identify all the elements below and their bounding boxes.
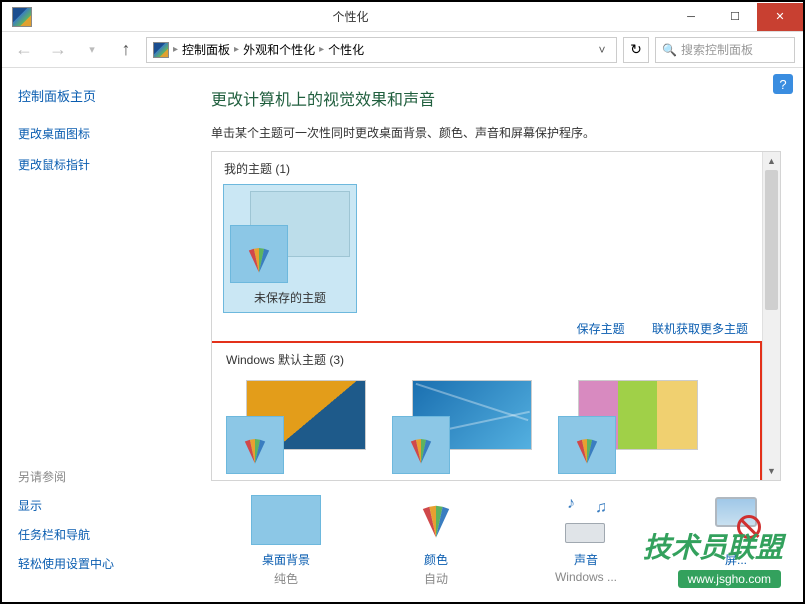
search-input[interactable]: 🔍 搜索控制面板: [655, 37, 795, 63]
titlebar: 个性化 ─ ☐ ✕: [2, 2, 803, 32]
see-also-display[interactable]: 显示: [18, 497, 114, 514]
sidebar-link-mouse-pointer[interactable]: 更改鼠标指针: [18, 156, 173, 173]
see-also-section: 另请参阅 显示 任务栏和导航 轻松使用设置中心: [18, 468, 114, 584]
color-fan-icon: [414, 498, 458, 542]
get-online-themes-link[interactable]: 联机获取更多主题: [652, 322, 748, 336]
page-heading: 更改计算机上的视觉效果和声音: [211, 86, 781, 110]
theme-color-preview: [392, 416, 450, 474]
up-button[interactable]: ↑: [112, 36, 140, 64]
scroll-thumb[interactable]: [765, 170, 778, 310]
refresh-button[interactable]: ↻: [623, 37, 649, 63]
desktop-bg-icon: [251, 495, 321, 545]
my-themes-row: 未保存的主题: [212, 183, 760, 314]
color-fan-icon: [570, 433, 604, 467]
app-icon: [12, 7, 32, 27]
sound-setting[interactable]: ♪♫ 声音 Windows ...: [551, 495, 621, 584]
chevron-icon[interactable]: ▸: [319, 44, 324, 55]
color-fan-icon: [404, 433, 438, 467]
setting-value: 纯色: [274, 570, 298, 587]
watermark-text: 技术员联盟: [643, 526, 783, 566]
theme-color-preview: [230, 225, 288, 283]
search-icon: 🔍: [662, 43, 677, 57]
setting-label: 桌面背景: [262, 551, 310, 568]
back-button[interactable]: ←: [10, 36, 38, 64]
theme-unsaved[interactable]: 未保存的主题: [224, 185, 356, 312]
theme-label: 线条和颜色: [432, 480, 492, 481]
breadcrumb-seg[interactable]: 外观和个性化: [243, 41, 315, 58]
content-area: 控制面板主页 更改桌面图标 更改鼠标指针 另请参阅 显示 任务栏和导航 轻松使用…: [2, 68, 803, 602]
default-themes-row: Win... 线条和颜色: [214, 374, 758, 481]
setting-label: 颜色: [424, 551, 448, 568]
scroll-up-button[interactable]: ▲: [763, 152, 780, 170]
chevron-icon[interactable]: ▸: [173, 44, 178, 55]
default-themes-section: Windows 默认主题 (3) Win...: [211, 341, 762, 481]
sidebar: 控制面板主页 更改桌面图标 更改鼠标指针 另请参阅 显示 任务栏和导航 轻松使用…: [2, 68, 189, 602]
theme-links-row: 保存主题 联机获取更多主题: [212, 314, 760, 341]
desktop-background-setting[interactable]: 桌面背景 纯色: [251, 495, 321, 587]
theme-flowers[interactable]: 鲜花: [558, 380, 698, 481]
save-theme-link[interactable]: 保存主题: [577, 322, 625, 336]
page-subtitle: 单击某个主题可一次性同时更改桌面背景、颜色、声音和屏幕保护程序。: [211, 124, 781, 141]
scroll-down-button[interactable]: ▼: [763, 462, 780, 480]
breadcrumb-seg[interactable]: 个性化: [328, 41, 364, 58]
my-themes-header: 我的主题 (1): [212, 152, 760, 183]
path-icon: [153, 42, 169, 58]
window-title: 个性化: [32, 8, 669, 25]
scrollbar[interactable]: ▲ ▼: [762, 152, 780, 480]
color-fan-icon: [242, 242, 276, 276]
see-also-taskbar[interactable]: 任务栏和导航: [18, 526, 114, 543]
color-fan-icon: [238, 433, 272, 467]
theme-lines-colors[interactable]: 线条和颜色: [392, 380, 532, 481]
theme-label: Win...: [281, 480, 312, 481]
recent-dropdown[interactable]: ▾: [78, 36, 106, 64]
theme-windows[interactable]: Win...: [226, 380, 366, 481]
theme-color-preview: [226, 416, 284, 474]
chevron-icon[interactable]: ▸: [234, 44, 239, 55]
setting-value: Windows ...: [555, 570, 617, 584]
breadcrumb[interactable]: ▸ 控制面板 ▸ 外观和个性化 ▸ 个性化 ˅: [146, 37, 617, 63]
theme-label: 未保存的主题: [254, 289, 326, 306]
color-setting[interactable]: 颜色 自动: [401, 495, 471, 587]
default-themes-header: Windows 默认主题 (3): [214, 343, 758, 374]
sound-icon: ♪♫: [551, 495, 621, 545]
see-also-header: 另请参阅: [18, 468, 114, 485]
control-panel-home-link[interactable]: 控制面板主页: [18, 86, 173, 105]
color-icon: [401, 495, 471, 545]
forward-button: →: [44, 36, 72, 64]
address-bar: ← → ▾ ↑ ▸ 控制面板 ▸ 外观和个性化 ▸ 个性化 ˅ ↻ 🔍 搜索控制…: [2, 32, 803, 68]
main-panel: 更改计算机上的视觉效果和声音 单击某个主题可一次性同时更改桌面背景、颜色、声音和…: [189, 68, 803, 602]
see-also-ease[interactable]: 轻松使用设置中心: [18, 555, 114, 572]
minimize-button[interactable]: ─: [669, 3, 713, 31]
watermark-url: www.jsgho.com: [678, 570, 781, 588]
setting-label: 声音: [574, 551, 598, 568]
themes-container: 我的主题 (1) 未保存的主题 保存: [211, 151, 781, 481]
setting-value: 自动: [424, 570, 448, 587]
close-button[interactable]: ✕: [757, 3, 803, 31]
path-dropdown[interactable]: ˅: [594, 43, 610, 57]
maximize-button[interactable]: ☐: [713, 3, 757, 31]
window-buttons: ─ ☐ ✕: [669, 3, 803, 31]
theme-label: 鲜花: [616, 480, 640, 481]
theme-color-preview: [558, 416, 616, 474]
search-placeholder: 搜索控制面板: [681, 41, 753, 58]
theme-thumb: [230, 191, 350, 283]
breadcrumb-seg[interactable]: 控制面板: [182, 41, 230, 58]
sidebar-link-desktop-icons[interactable]: 更改桌面图标: [18, 125, 173, 142]
